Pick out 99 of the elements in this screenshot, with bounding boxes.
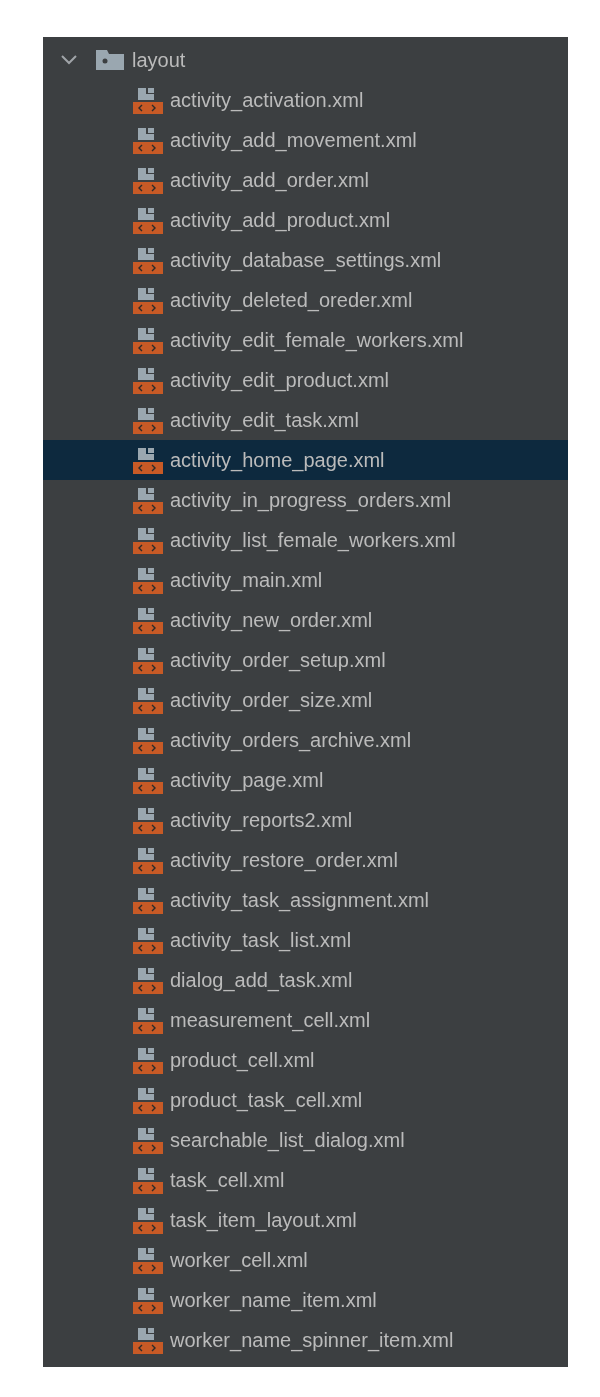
- xml-file-icon: [133, 365, 163, 395]
- xml-file-icon: [133, 325, 163, 355]
- file-name: activity_task_list.xml: [170, 928, 352, 952]
- file-name: activity_add_product.xml: [170, 208, 391, 232]
- file-item[interactable]: activity_add_product.xml: [43, 200, 568, 240]
- file-item[interactable]: task_item_layout.xml: [43, 1200, 568, 1240]
- xml-file-icon: [133, 405, 163, 435]
- folder-icon: [96, 49, 124, 71]
- file-name: product_cell.xml: [170, 1048, 315, 1072]
- file-item[interactable]: activity_task_list.xml: [43, 920, 568, 960]
- xml-file-icon: [133, 1085, 163, 1115]
- file-item[interactable]: activity_in_progress_orders.xml: [43, 480, 568, 520]
- file-name: worker_name_item.xml: [170, 1288, 377, 1312]
- xml-file-icon: [133, 605, 163, 635]
- file-item[interactable]: searchable_list_dialog.xml: [43, 1120, 568, 1160]
- file-name: activity_restore_order.xml: [170, 848, 398, 872]
- xml-file-icon: [133, 205, 163, 235]
- file-name: activity_order_setup.xml: [170, 648, 386, 672]
- xml-file-icon: [133, 1005, 163, 1035]
- xml-file-icon: [133, 485, 163, 515]
- file-item[interactable]: product_task_cell.xml: [43, 1080, 568, 1120]
- file-name: activity_database_settings.xml: [170, 248, 442, 272]
- file-name: activity_page.xml: [170, 768, 324, 792]
- file-name: activity_reports2.xml: [170, 808, 353, 832]
- file-name: worker_name_spinner_item.xml: [170, 1328, 454, 1352]
- xml-file-icon: [133, 1205, 163, 1235]
- file-name: activity_deleted_oreder.xml: [170, 288, 413, 312]
- xml-file-icon: [133, 285, 163, 315]
- file-item[interactable]: activity_activation.xml: [43, 80, 568, 120]
- xml-file-icon: [133, 965, 163, 995]
- xml-file-icon: [133, 565, 163, 595]
- file-name: task_item_layout.xml: [170, 1208, 357, 1232]
- file-item[interactable]: activity_order_size.xml: [43, 680, 568, 720]
- xml-file-icon: [133, 765, 163, 795]
- file-item[interactable]: activity_database_settings.xml: [43, 240, 568, 280]
- file-item[interactable]: worker_name_spinner_item.xml: [43, 1320, 568, 1360]
- file-item[interactable]: activity_orders_archive.xml: [43, 720, 568, 760]
- xml-file-icon: [133, 925, 163, 955]
- file-name: activity_orders_archive.xml: [170, 728, 412, 752]
- file-item[interactable]: activity_edit_task.xml: [43, 400, 568, 440]
- file-item[interactable]: dialog_add_task.xml: [43, 960, 568, 1000]
- file-item[interactable]: activity_home_page.xml: [43, 440, 568, 480]
- xml-file-icon: [133, 445, 163, 475]
- file-item[interactable]: product_cell.xml: [43, 1040, 568, 1080]
- file-item[interactable]: measurement_cell.xml: [43, 1000, 568, 1040]
- xml-file-icon: [133, 885, 163, 915]
- file-item[interactable]: activity_list_female_workers.xml: [43, 520, 568, 560]
- file-item[interactable]: task_cell.xml: [43, 1160, 568, 1200]
- file-item[interactable]: activity_add_movement.xml: [43, 120, 568, 160]
- xml-file-icon: [133, 645, 163, 675]
- xml-file-icon: [133, 525, 163, 555]
- xml-file-icon: [133, 165, 163, 195]
- file-name: activity_in_progress_orders.xml: [170, 488, 452, 512]
- file-name: task_cell.xml: [170, 1168, 285, 1192]
- file-name: dialog_add_task.xml: [170, 968, 353, 992]
- file-name: activity_activation.xml: [170, 88, 364, 112]
- file-item[interactable]: worker_cell.xml: [43, 1240, 568, 1280]
- xml-file-icon: [133, 685, 163, 715]
- folder-label[interactable]: layout: [132, 48, 186, 72]
- file-item[interactable]: activity_main.xml: [43, 560, 568, 600]
- file-item[interactable]: activity_task_assignment.xml: [43, 880, 568, 920]
- file-item[interactable]: worker_name_item.xml: [43, 1280, 568, 1320]
- file-item[interactable]: activity_order_setup.xml: [43, 640, 568, 680]
- chevron-icon[interactable]: [60, 54, 78, 66]
- file-name: activity_edit_female_workers.xml: [170, 328, 464, 352]
- xml-file-icon: [133, 845, 163, 875]
- file-name: worker_cell.xml: [170, 1248, 308, 1272]
- xml-file-icon: [133, 125, 163, 155]
- file-name: activity_add_order.xml: [170, 168, 369, 192]
- xml-file-icon: [133, 1045, 163, 1075]
- file-name: activity_edit_task.xml: [170, 408, 359, 432]
- file-name: activity_main.xml: [170, 568, 323, 592]
- file-name: activity_list_female_workers.xml: [170, 528, 456, 552]
- file-item[interactable]: activity_restore_order.xml: [43, 840, 568, 880]
- file-name: activity_edit_product.xml: [170, 368, 389, 392]
- file-name: activity_add_movement.xml: [170, 128, 417, 152]
- xml-file-icon: [133, 725, 163, 755]
- file-item[interactable]: activity_edit_female_workers.xml: [43, 320, 568, 360]
- file-name: product_task_cell.xml: [170, 1088, 363, 1112]
- file-item[interactable]: activity_edit_product.xml: [43, 360, 568, 400]
- file-item[interactable]: activity_add_order.xml: [43, 160, 568, 200]
- file-name: activity_order_size.xml: [170, 688, 373, 712]
- xml-file-icon: [133, 1165, 163, 1195]
- xml-file-icon: [133, 1245, 163, 1275]
- file-name: activity_task_assignment.xml: [170, 888, 429, 912]
- file-name: searchable_list_dialog.xml: [170, 1128, 405, 1152]
- file-name: activity_home_page.xml: [170, 448, 385, 472]
- file-item[interactable]: activity_page.xml: [43, 760, 568, 800]
- xml-file-icon: [133, 1325, 163, 1355]
- xml-file-icon: [133, 805, 163, 835]
- xml-file-icon: [133, 85, 163, 115]
- xml-file-icon: [133, 1125, 163, 1155]
- file-name: measurement_cell.xml: [170, 1008, 371, 1032]
- file-item[interactable]: activity_new_order.xml: [43, 600, 568, 640]
- file-item[interactable]: activity_reports2.xml: [43, 800, 568, 840]
- xml-file-icon: [133, 1285, 163, 1315]
- file-name: activity_new_order.xml: [170, 608, 373, 632]
- file-item[interactable]: activity_deleted_oreder.xml: [43, 280, 568, 320]
- xml-file-icon: [133, 245, 163, 275]
